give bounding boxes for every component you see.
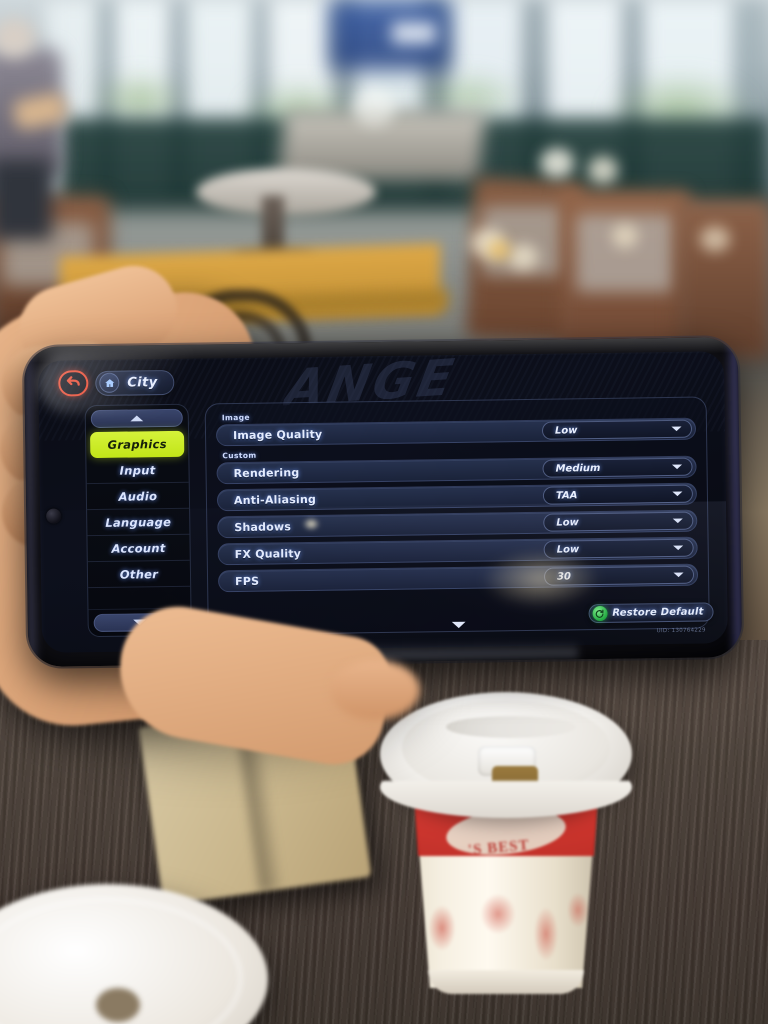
setting-row-fx-quality[interactable]: FX Quality Low	[217, 536, 698, 566]
phone-screen: ANGE City Graphics Input Audio Language …	[37, 351, 729, 653]
bokeh-light-8	[488, 240, 510, 260]
chevron-down-icon	[451, 620, 466, 630]
setting-row-anti-aliasing[interactable]: Anti-Aliasing TAA	[216, 482, 698, 512]
sidebar-item-label: Other	[119, 566, 159, 582]
setting-label: FX Quality	[234, 546, 302, 561]
sidebar-item-other[interactable]: Other	[87, 560, 191, 589]
sidebar-item-label: Account	[111, 540, 166, 556]
hand-thumb-tip-right	[330, 660, 420, 720]
sidebar-item-input[interactable]: Input	[86, 456, 189, 485]
setting-row-shadows[interactable]: Shadows Low	[217, 509, 698, 539]
fx-quality-dropdown[interactable]: Low	[543, 538, 694, 559]
shadows-dropdown[interactable]: Low	[543, 511, 694, 532]
chevron-up-icon	[130, 409, 144, 427]
sidebar-item-label: Graphics	[107, 437, 167, 452]
restore-default-label: Restore Default	[612, 606, 704, 619]
chevron-down-icon	[672, 517, 683, 525]
breadcrumb[interactable]: City	[95, 369, 175, 396]
settings-category-sidebar: Graphics Input Audio Language Account Ot…	[84, 403, 192, 638]
setting-row-fps[interactable]: FPS 30	[217, 563, 699, 593]
back-button[interactable]	[58, 370, 89, 397]
home-icon[interactable]	[99, 372, 120, 393]
chevron-down-icon	[672, 490, 683, 498]
dropdown-value: Medium	[555, 462, 601, 475]
graphics-settings-panel[interactable]: Image Image Quality Low Custom Rendering…	[204, 396, 710, 636]
dropdown-value: Low	[556, 543, 580, 556]
cup-bottom	[428, 970, 584, 994]
rendering-dropdown[interactable]: Medium	[542, 457, 693, 478]
bokeh-light-4	[508, 244, 538, 270]
setting-label: Rendering	[233, 465, 300, 480]
user-id-text: UID: 130764229	[656, 627, 706, 635]
coffee-cup: 'S BEST	[372, 678, 640, 998]
round-cafe-table	[196, 168, 376, 216]
sidebar-item-account[interactable]: Account	[87, 534, 190, 563]
bokeh-light-7	[700, 226, 730, 252]
image-quality-dropdown[interactable]: Low	[541, 419, 693, 440]
fps-dropdown[interactable]: 30	[543, 565, 695, 586]
dropdown-value: TAA	[555, 489, 578, 502]
signboard-highlight	[392, 22, 436, 44]
bokeh-light-6	[612, 224, 638, 248]
cup-lid-emboss	[446, 716, 576, 738]
dropdown-value: Low	[556, 516, 579, 529]
seated-person-leg	[0, 160, 52, 240]
breadcrumb-label: City	[127, 374, 158, 391]
bokeh-light-2	[588, 156, 618, 184]
top-navigation-bar: City	[58, 369, 175, 397]
smartphone-device: ANGE City Graphics Input Audio Language …	[23, 337, 743, 667]
setting-row-rendering[interactable]: Rendering Medium	[216, 455, 697, 485]
wooden-chair-right-3	[676, 200, 768, 360]
setting-label: Shadows	[234, 519, 292, 534]
back-arrow-icon	[65, 373, 81, 394]
restore-default-button[interactable]: Restore Default	[588, 602, 714, 624]
cup-lid-rim	[380, 756, 632, 818]
setting-label: Anti-Aliasing	[233, 492, 317, 507]
chevron-down-icon	[671, 463, 683, 471]
sidebar-item-list: Graphics Input Audio Language Account Ot…	[86, 430, 191, 611]
chevron-down-icon	[671, 425, 682, 433]
sidebar-item-label: Input	[119, 462, 156, 478]
cup-graphics	[412, 874, 598, 984]
sidebar-item-graphics[interactable]: Graphics	[89, 430, 185, 459]
chevron-down-icon	[673, 544, 684, 552]
panel-scroll-down-button[interactable]	[451, 620, 466, 630]
dropdown-value: Low	[554, 424, 578, 437]
setting-label: FPS	[234, 574, 260, 588]
dropdown-value: 30	[556, 570, 572, 583]
refresh-icon	[592, 605, 608, 622]
sidebar-item-language[interactable]: Language	[87, 508, 190, 537]
chevron-down-icon	[673, 571, 684, 579]
anti-aliasing-dropdown[interactable]: TAA	[542, 484, 694, 505]
bokeh-light-1	[540, 148, 574, 178]
setting-row-image-quality[interactable]: Image Quality Low	[215, 417, 697, 447]
setting-label: Image Quality	[232, 427, 323, 442]
sidebar-item-label: Audio	[118, 488, 158, 504]
plate-food-item	[96, 988, 140, 1022]
sidebar-scroll-up-button[interactable]	[90, 408, 183, 429]
sidebar-item-label: Language	[105, 514, 172, 530]
sidebar-item-audio[interactable]: Audio	[86, 482, 190, 511]
bokeh-light-5	[352, 90, 396, 126]
